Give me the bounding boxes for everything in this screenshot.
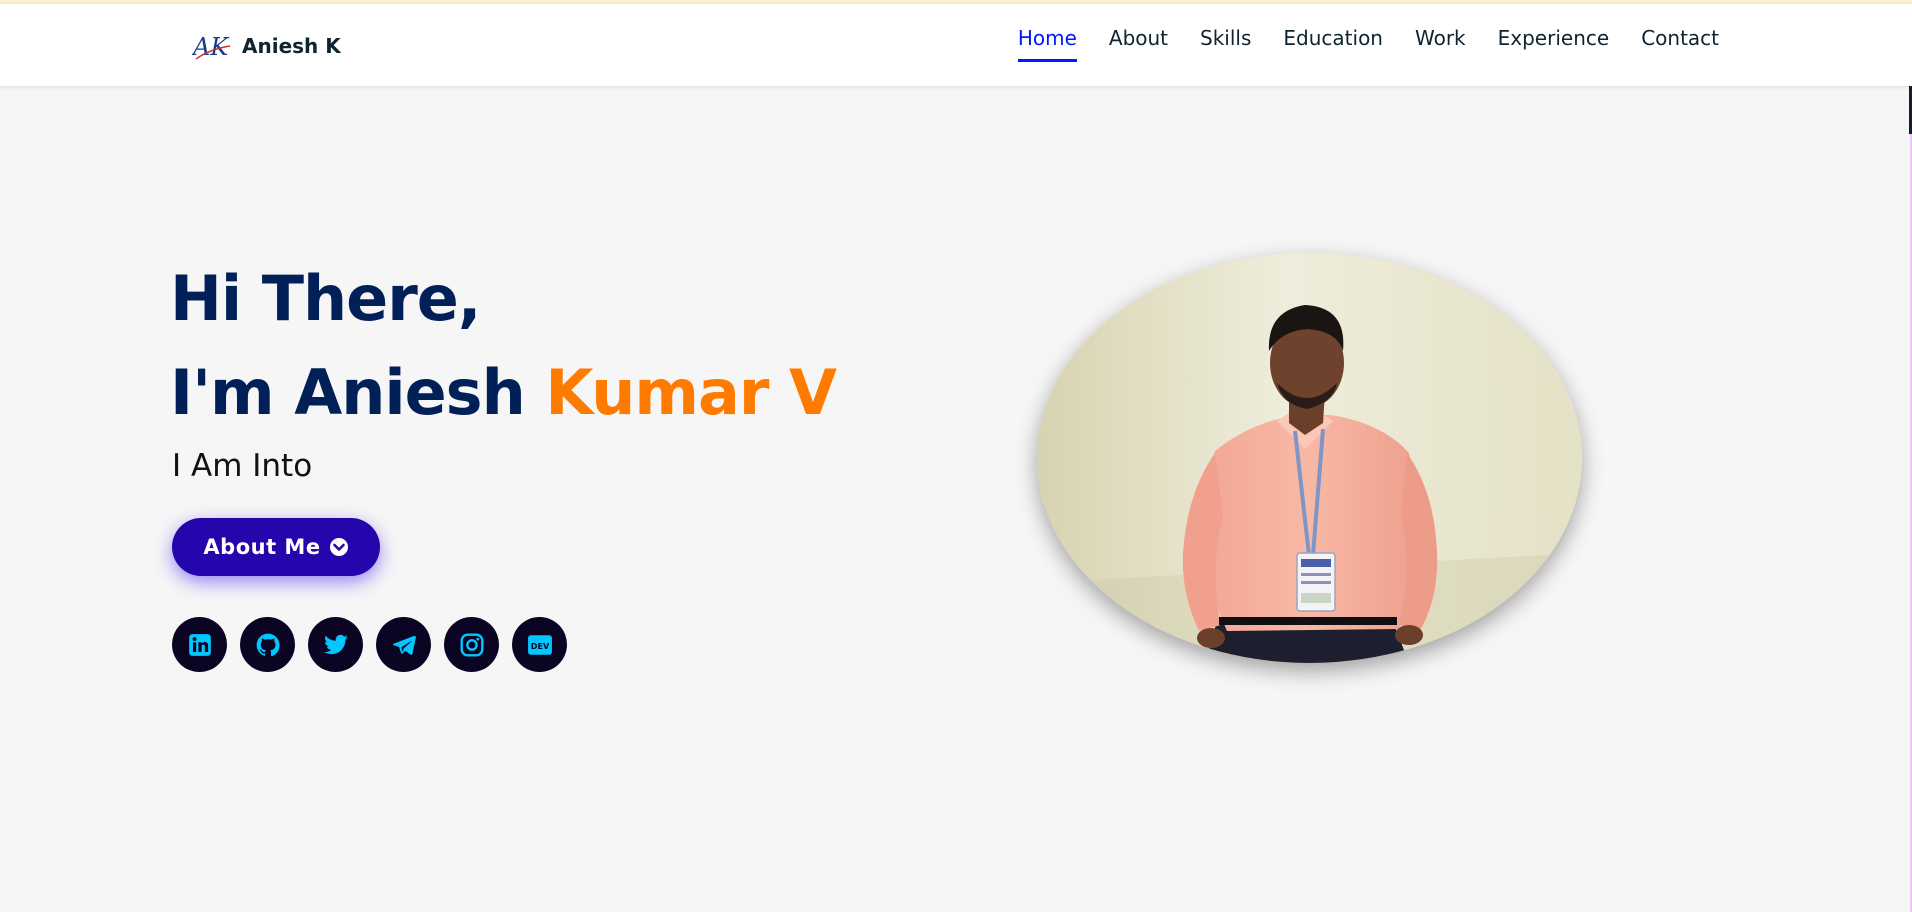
github-icon (256, 633, 280, 656)
github-link[interactable] (240, 617, 295, 672)
nav-education[interactable]: Education (1283, 26, 1383, 62)
dev-link[interactable]: DEV (512, 617, 567, 672)
nav-experience[interactable]: Experience (1498, 26, 1610, 62)
linkedin-link[interactable] (172, 617, 227, 672)
profile-photo (1037, 253, 1582, 663)
nav-home[interactable]: Home (1017, 26, 1077, 62)
about-me-label: About Me (203, 535, 321, 559)
hero-intro-prefix: I'm Aniesh (170, 356, 526, 429)
svg-text:DEV: DEV (530, 640, 549, 650)
nav-work[interactable]: Work (1415, 26, 1466, 62)
telegram-icon (392, 635, 416, 655)
hero-intro-highlight: Kumar V (545, 356, 837, 429)
dev-icon: DEV (527, 634, 552, 655)
social-links: DEV (172, 617, 567, 672)
instagram-link[interactable] (444, 617, 499, 672)
main-nav: Home About Skills Education Work Experie… (1017, 26, 1719, 62)
hero-title: Hi There, I'm Aniesh Kumar V (170, 252, 837, 440)
brand-name: Aniesh K (242, 34, 341, 58)
hero-greeting: Hi There, (170, 262, 481, 335)
linkedin-icon (188, 633, 211, 656)
nav-skills[interactable]: Skills (1200, 26, 1251, 62)
chevron-circle-down-icon (329, 538, 348, 556)
about-me-button[interactable]: About Me (172, 518, 380, 576)
site-header: AK Aniesh K Home About Skills Education … (0, 4, 1912, 86)
nav-about[interactable]: About (1109, 26, 1168, 62)
brand-logo: AK (192, 33, 230, 61)
brand-link[interactable]: AK Aniesh K (192, 30, 341, 62)
hero-intro: I'm Aniesh Kumar V (170, 346, 837, 440)
instagram-icon (460, 633, 483, 656)
hero-subtitle: I Am Into (172, 448, 313, 484)
telegram-link[interactable] (376, 617, 431, 672)
twitter-link[interactable] (308, 617, 363, 672)
twitter-icon (323, 634, 348, 654)
profile-photo-illustration (1037, 253, 1582, 663)
nav-contact[interactable]: Contact (1641, 26, 1719, 62)
